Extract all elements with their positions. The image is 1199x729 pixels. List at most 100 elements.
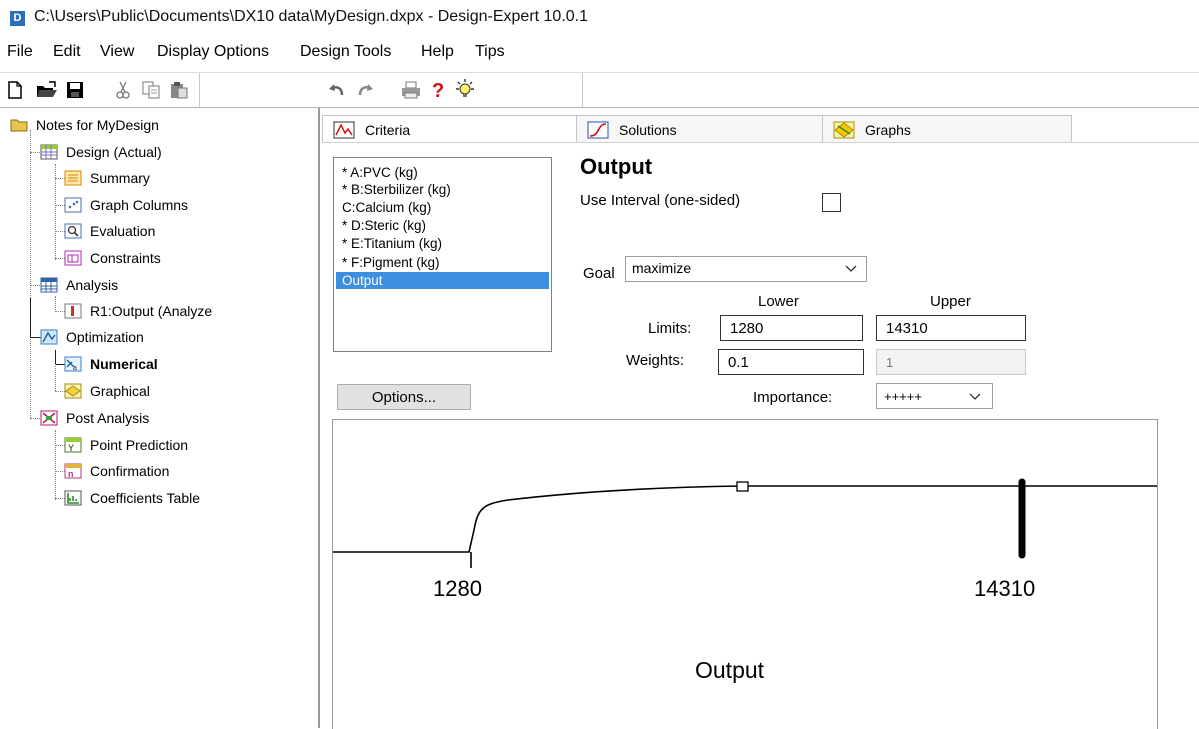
lower-weight-input[interactable]: 0.1 [718,349,864,375]
tree-item-constraints[interactable]: Constraints [64,247,161,269]
tree-item-label: Notes for MyDesign [36,117,159,133]
window-title: C:\Users\Public\Documents\DX10 data\MyDe… [34,8,589,25]
criteria-item[interactable]: * B:Sterbilizer (kg) [336,181,549,198]
graphical-icon [64,383,82,399]
tree-item-summary[interactable]: Summary [64,167,150,189]
use-interval-label: Use Interval (one-sided) [580,192,741,209]
tree-item-analysis[interactable]: Analysis [40,274,118,296]
upper-header: Upper [930,293,971,310]
criteria-item[interactable]: * F:Pigment (kg) [336,254,549,271]
upper-weight-input: 1 [876,349,1026,375]
criteria-item[interactable]: C:Calcium (kg) [336,199,549,216]
tip-icon[interactable] [452,77,478,103]
tree-item-label: Post Analysis [66,410,150,426]
tree-item-label: Design (Actual) [66,144,162,160]
numerical-icon: a [64,356,82,372]
tree-item-label: Graphical [90,383,150,399]
importance-value: +++++ [884,389,922,404]
weights-label: Weights: [626,352,685,369]
tree-item-coefficients-table[interactable]: Coefficients Table [64,487,200,509]
redo-icon[interactable] [352,77,378,103]
constraints-icon [64,250,82,266]
paste-icon[interactable] [166,77,192,103]
tree-item-optimization[interactable]: Optimization [40,326,144,348]
response-icon [64,303,82,319]
tree-item-numerical[interactable]: a Numerical [64,353,158,375]
toolbar: ? [0,72,1199,108]
tree-item-label: Coefficients Table [90,490,200,506]
criteria-listbox[interactable]: * A:PVC (kg) * B:Sterbilizer (kg) C:Calc… [333,157,552,352]
tab-strip-divider [322,142,1199,143]
menu-help[interactable]: Help [421,43,454,61]
tree-item-label: Graph Columns [90,197,189,213]
open-icon[interactable] [34,77,60,103]
criteria-item[interactable]: * A:PVC (kg) [336,164,549,181]
cut-icon[interactable] [110,77,136,103]
menu-tips[interactable]: Tips [475,43,505,61]
tab-label: Solutions [619,121,677,138]
tree-item-r1-output[interactable]: R1:Output (Analyze [64,300,212,322]
svg-text:a: a [73,365,77,372]
criteria-icon [333,121,355,138]
menu-display-options[interactable]: Display Options [157,43,269,61]
tree-item-design[interactable]: Design (Actual) [40,141,162,163]
svg-text:Y: Y [68,443,74,453]
tab-solutions[interactable]: Solutions [576,115,824,143]
print-icon[interactable] [398,77,424,103]
upper-limit-input[interactable]: 14310 [876,315,1026,341]
summary-icon [64,170,82,186]
tree-item-confirmation[interactable]: n Confirmation [64,460,169,482]
tree-item-label: Point Prediction [90,437,189,453]
copy-icon[interactable] [138,77,164,103]
tree-item-label: Summary [90,170,150,186]
menu-view[interactable]: View [100,43,134,61]
use-interval-checkbox[interactable] [822,193,841,212]
tree-item-evaluation[interactable]: Evaluation [64,220,155,242]
point-prediction-icon: Y [64,437,82,453]
criteria-item[interactable]: * D:Steric (kg) [336,217,549,234]
svg-text:n: n [68,469,74,479]
criteria-item-selected[interactable]: Output [336,272,549,289]
tree-item-point-prediction[interactable]: Y Point Prediction [64,434,188,456]
goal-label: Goal [583,265,615,282]
tree-item-notes[interactable]: Notes for MyDesign [10,114,159,136]
tree-item-graphical[interactable]: Graphical [64,380,150,402]
tree-item-post-analysis[interactable]: Post Analysis [40,407,149,429]
title-bar: D C:\Users\Public\Documents\DX10 data\My… [0,0,1199,36]
options-button[interactable]: Options... [337,384,471,410]
lower-limit-input[interactable]: 1280 [720,315,863,341]
importance-select[interactable]: +++++ [876,383,993,409]
menu-design-tools[interactable]: Design Tools [300,43,391,61]
tree-item-label: Optimization [66,329,144,345]
graphs-icon [833,121,855,138]
upper-limit-tick-label: 14310 [974,576,1036,601]
solutions-icon [587,121,609,138]
tab-criteria[interactable]: Criteria [322,115,578,143]
svg-text:?: ? [432,80,444,101]
tree-item-label: Evaluation [90,223,156,239]
goal-select[interactable]: maximize [625,256,867,282]
design-tree: Notes for MyDesign Design (Actual) Summa… [0,108,320,728]
design-table-icon [40,144,58,160]
tree-item-label: R1:Output (Analyze [90,303,213,319]
undo-icon[interactable] [324,77,350,103]
lower-limit-tick-label: 1280 [433,576,482,601]
limits-label: Limits: [648,320,692,337]
optimization-icon [40,329,58,345]
menu-edit[interactable]: Edit [53,43,81,61]
chevron-down-icon [969,393,981,400]
tree-item-graph-columns[interactable]: Graph Columns [64,194,188,216]
help-icon[interactable]: ? [426,77,452,103]
confirmation-icon: n [64,463,82,479]
tree-item-label: Numerical [90,356,158,372]
menu-file[interactable]: File [7,43,33,61]
chevron-down-icon [845,265,857,272]
lower-header: Lower [758,293,799,310]
new-icon[interactable] [2,77,28,103]
criteria-item[interactable]: * E:Titanium (kg) [336,235,549,252]
graph-axis-title: Output [695,657,765,683]
post-analysis-icon [40,410,58,426]
tab-graphs[interactable]: Graphs [822,115,1072,143]
toolbar-separator [582,73,583,107]
save-icon[interactable] [62,77,88,103]
